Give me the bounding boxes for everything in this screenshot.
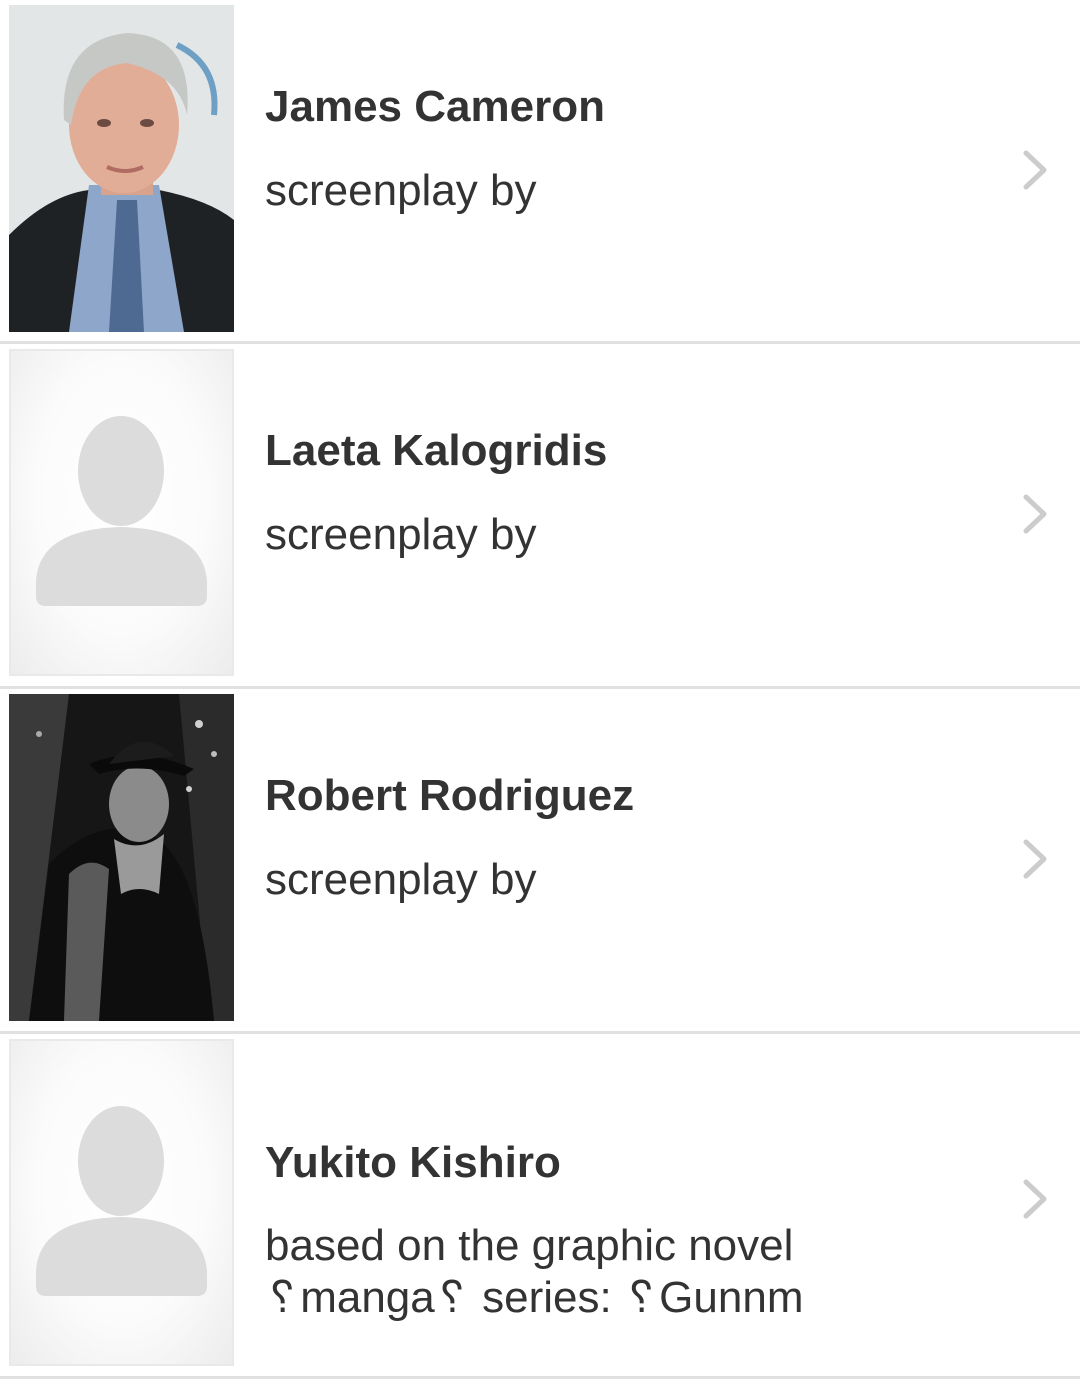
credit-role: screenplay by [265,855,537,904]
chevron-right-icon [1023,150,1047,190]
person-name: James Cameron [265,82,605,131]
person-photo [9,694,234,1021]
credit-role: screenplay by [265,510,537,559]
person-photo [9,5,234,332]
chevron-right-icon [1023,839,1047,879]
chevron-right-icon [1023,1179,1047,1219]
credit-role-line-1: based on the graphic novel [265,1221,794,1270]
writers-credit-list: James Cameron screenplay by Laeta Kalogr… [0,0,1080,1379]
credit-role: based on the graphic novel ␦manga␦ serie… [265,1220,965,1324]
list-item-laeta-kalogridis[interactable]: Laeta Kalogridis screenplay by [0,344,1080,689]
person-name: Laeta Kalogridis [265,426,608,475]
list-item-james-cameron[interactable]: James Cameron screenplay by [0,0,1080,344]
person-name: Yukito Kishiro [265,1138,561,1187]
credit-role-line-2: ␦manga␦ series: ␦Gunnm [265,1273,804,1322]
placeholder-person-icon [9,349,234,676]
person-name: Robert Rodriguez [265,771,635,820]
list-item-robert-rodriguez[interactable]: Robert Rodriguez screenplay by [0,689,1080,1034]
credit-role: screenplay by [265,166,537,215]
list-item-yukito-kishiro[interactable]: Yukito Kishiro based on the graphic nove… [0,1034,1080,1379]
chevron-right-icon [1023,494,1047,534]
placeholder-person-icon [9,1039,234,1366]
